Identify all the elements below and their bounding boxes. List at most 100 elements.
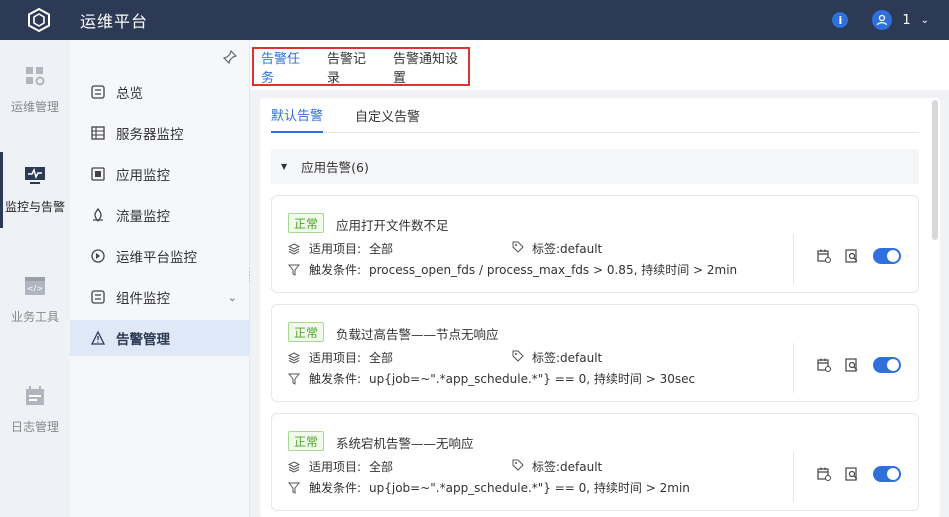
inner-tab-bar: 默认告警 自定义告警 xyxy=(271,98,919,133)
schedule-icon[interactable] xyxy=(817,467,831,481)
filter-icon xyxy=(288,482,300,494)
app-title: 运维平台 xyxy=(80,12,149,31)
platform-icon xyxy=(90,248,106,264)
info-icon[interactable]: i xyxy=(832,12,849,28)
menu-item-platform-monitoring[interactable]: 运维平台监控 xyxy=(70,238,249,274)
schedule-icon[interactable] xyxy=(817,358,831,372)
menu-item-traffic-monitoring[interactable]: 流量监控 xyxy=(70,197,249,233)
menu-label: 运维平台监控 xyxy=(116,250,197,266)
content-panel: 默认告警 自定义告警 ▼ 应用告警(6) 正常 应用打开文件数不足 适用项目: … xyxy=(260,98,940,517)
alarm-card: 正常 负载过高告警——节点无响应 适用项目: 全部 标签:default 触发条… xyxy=(271,304,919,402)
component-icon xyxy=(90,289,106,305)
overview-icon xyxy=(90,84,106,100)
status-badge: 正常 xyxy=(288,322,325,342)
tag-icon xyxy=(512,350,524,365)
enable-toggle[interactable] xyxy=(873,466,901,482)
condition-label: 触发条件: xyxy=(309,263,362,277)
enable-toggle[interactable] xyxy=(873,248,901,264)
menu-item-server-monitoring[interactable]: 服务器监控 xyxy=(70,115,249,151)
view-detail-icon[interactable] xyxy=(845,358,859,372)
grid-gear-icon xyxy=(26,66,45,85)
project-label: 适用项目: xyxy=(309,242,362,256)
user-avatar-icon[interactable] xyxy=(872,10,893,30)
tab-custom-alarms[interactable]: 自定义告警 xyxy=(355,98,420,133)
condition-value: up{job=~".*app_schedule.*"} == 0, 持续时间 >… xyxy=(369,481,690,495)
tab-alarm-notification-settings[interactable]: 告警通知设置 xyxy=(393,48,468,86)
rail-item-log-management[interactable]: 日志管理 xyxy=(0,360,70,460)
top-tab-bar: 告警任务 告警记录 告警通知设置 xyxy=(250,40,949,90)
menu-item-alarm-management[interactable]: 告警管理 xyxy=(70,320,249,356)
scrollbar[interactable] xyxy=(932,100,938,240)
traffic-icon xyxy=(90,207,106,223)
menu-item-component-monitoring[interactable]: 组件监控 ⌄ xyxy=(70,279,249,315)
project-row: 适用项目: 全部 xyxy=(288,240,393,257)
enable-toggle[interactable] xyxy=(873,357,901,373)
divider xyxy=(793,234,794,284)
project-row: 适用项目: 全部 xyxy=(288,349,393,366)
tab-highlight-box: 告警任务 告警记录 告警通知设置 xyxy=(252,47,470,86)
rail-item-business-tools[interactable]: </> 业务工具 xyxy=(0,250,70,350)
project-value: 全部 xyxy=(369,351,394,365)
tag-icon xyxy=(512,459,524,474)
card-actions xyxy=(817,357,901,373)
condition-row: 触发条件: process_open_fds / process_max_fds… xyxy=(288,261,737,278)
main-area: 告警任务 告警记录 告警通知设置 默认告警 自定义告警 ▼ 应用告警(6) 正常… xyxy=(250,40,949,517)
schedule-icon[interactable] xyxy=(817,249,831,263)
condition-label: 触发条件: xyxy=(309,481,362,495)
menu-label: 总览 xyxy=(116,86,143,102)
view-detail-icon[interactable] xyxy=(845,467,859,481)
status-badge: 正常 xyxy=(288,431,325,451)
rail-label: 运维管理 xyxy=(10,99,59,114)
status-badge: 正常 xyxy=(288,213,325,233)
tag-value: 标签:default xyxy=(532,460,603,474)
sub-menu: 总览 服务器监控 应用监控 流量监控 运维平台监控 组件监控 ⌄ 告警管理 xyxy=(70,40,250,517)
server-icon xyxy=(90,125,106,141)
tag-row: 标签:default xyxy=(512,240,602,257)
tag-value: 标签:default xyxy=(532,242,603,256)
menu-label: 服务器监控 xyxy=(116,127,184,143)
card-actions xyxy=(817,248,901,264)
user-name[interactable]: 1 xyxy=(902,13,910,28)
rail-label: 业务工具 xyxy=(10,309,59,324)
tab-alarm-records[interactable]: 告警记录 xyxy=(327,48,377,86)
chevron-down-icon[interactable]: ⌄ xyxy=(228,291,237,304)
group-header-app-alarms[interactable]: ▼ 应用告警(6) xyxy=(271,149,919,184)
logo-cube-icon xyxy=(28,8,50,32)
project-label: 适用项目: xyxy=(309,351,362,365)
tag-row: 标签:default xyxy=(512,458,602,475)
condition-label: 触发条件: xyxy=(309,372,362,386)
tab-alarm-tasks[interactable]: 告警任务 xyxy=(261,48,311,86)
code-window-icon: </> xyxy=(25,276,45,295)
alarm-title: 负载过高告警——节点无响应 xyxy=(336,327,499,342)
tab-default-alarms[interactable]: 默认告警 xyxy=(271,98,324,133)
layers-icon xyxy=(288,242,300,255)
layers-icon xyxy=(288,351,300,364)
menu-item-overview[interactable]: 总览 xyxy=(70,74,249,110)
layers-icon xyxy=(288,460,300,473)
chevron-down-icon[interactable]: ⌄ xyxy=(921,15,929,26)
left-rail: 运维管理 监控与告警 </> 业务工具 日志管理 xyxy=(0,40,70,517)
menu-label: 告警管理 xyxy=(116,332,170,348)
svg-text:</>: </> xyxy=(27,284,43,293)
condition-row: 触发条件: up{job=~".*app_schedule.*"} == 0, … xyxy=(288,370,695,387)
view-detail-icon[interactable] xyxy=(845,249,859,263)
menu-label: 组件监控 xyxy=(116,291,170,307)
tag-row: 标签:default xyxy=(512,349,602,366)
rail-item-ops-management[interactable]: 运维管理 xyxy=(0,40,70,140)
tag-value: 标签:default xyxy=(532,351,603,365)
pin-icon[interactable] xyxy=(222,49,238,68)
filter-icon xyxy=(288,373,300,385)
app-icon xyxy=(90,166,106,182)
monitor-pulse-icon xyxy=(25,166,45,184)
menu-label: 应用监控 xyxy=(116,168,170,184)
top-header: 运维平台 i 1 ⌄ xyxy=(0,0,949,40)
divider xyxy=(793,452,794,502)
condition-value: process_open_fds / process_max_fds > 0.8… xyxy=(369,263,738,277)
alarm-card: 正常 应用打开文件数不足 适用项目: 全部 标签:default 触发条件: p… xyxy=(271,195,919,293)
calendar-log-icon xyxy=(26,385,44,405)
menu-item-app-monitoring[interactable]: 应用监控 xyxy=(70,156,249,192)
project-label: 适用项目: xyxy=(309,460,362,474)
alarm-title: 应用打开文件数不足 xyxy=(336,218,449,233)
divider xyxy=(793,343,794,393)
rail-item-monitoring-alerts[interactable]: 监控与告警 xyxy=(0,140,70,240)
